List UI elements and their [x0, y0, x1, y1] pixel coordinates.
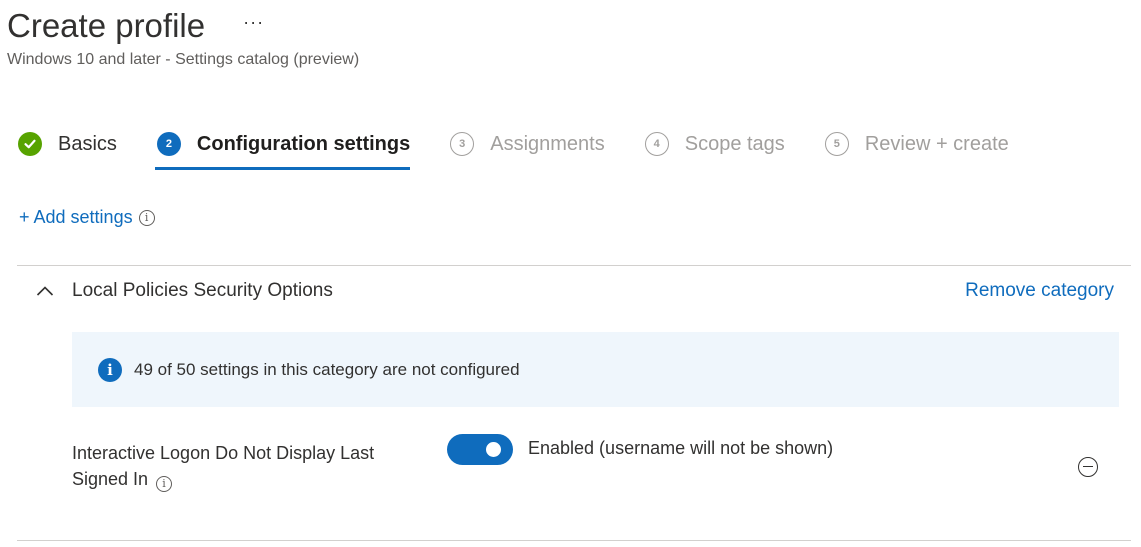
- step-configuration-settings[interactable]: 2 Configuration settings: [154, 126, 411, 170]
- category-title: Local Policies Security Options: [72, 280, 333, 301]
- toggle-value-label: Enabled (username will not be shown): [528, 438, 834, 458]
- wizard-steps: Basics 2 Configuration settings 3 Assign…: [18, 126, 1049, 170]
- page-title: Create profile: [7, 7, 206, 44]
- toggle-knob: [486, 442, 501, 457]
- remove-category-link[interactable]: Remove category: [965, 280, 1114, 302]
- step-number: 3: [450, 132, 475, 156]
- step-label: Basics: [58, 132, 117, 155]
- step-assignments[interactable]: 3 Assignments: [450, 126, 605, 162]
- remove-setting-icon[interactable]: [1078, 457, 1098, 477]
- active-step-underline: [154, 167, 411, 170]
- step-number: 4: [644, 132, 669, 156]
- chevron-up-icon[interactable]: [34, 280, 56, 302]
- info-banner: i 49 of 50 settings in this category are…: [72, 332, 1119, 407]
- setting-name-text: Interactive Logon Do Not Display Last Si…: [72, 443, 375, 489]
- info-icon[interactable]: i: [156, 476, 173, 492]
- banner-text: 49 of 50 settings in this category are n…: [134, 359, 520, 379]
- more-options-button[interactable]: ···: [243, 12, 264, 33]
- setting-toggle[interactable]: [447, 434, 513, 465]
- title-row: Create profile ···: [7, 4, 359, 48]
- checkmark-icon: [18, 132, 42, 156]
- step-basics[interactable]: Basics: [18, 126, 117, 162]
- section-divider: [17, 265, 1131, 266]
- info-filled-icon: i: [98, 357, 122, 382]
- step-label: Review + create: [864, 132, 1009, 155]
- section-divider-bottom: [17, 540, 1131, 541]
- step-review-create[interactable]: 5 Review + create: [824, 126, 1009, 162]
- category-header: Local Policies Security Options Remove c…: [34, 280, 1114, 302]
- step-label: Assignments: [490, 132, 605, 155]
- page-subtitle: Windows 10 and later - Settings catalog …: [7, 51, 360, 68]
- step-label: Scope tags: [684, 132, 785, 155]
- add-settings-row: + Add settings i: [19, 207, 155, 228]
- step-label: Configuration settings: [196, 132, 411, 155]
- setting-name: Interactive Logon Do Not Display Last Si…: [72, 440, 412, 492]
- info-icon[interactable]: i: [138, 209, 155, 226]
- add-settings-link[interactable]: + Add settings: [19, 207, 133, 228]
- step-scope-tags[interactable]: 4 Scope tags: [644, 126, 785, 162]
- step-number: 5: [824, 132, 849, 156]
- step-number: 2: [156, 132, 181, 156]
- page-header: Create profile ··· Windows 10 and later …: [7, 4, 359, 69]
